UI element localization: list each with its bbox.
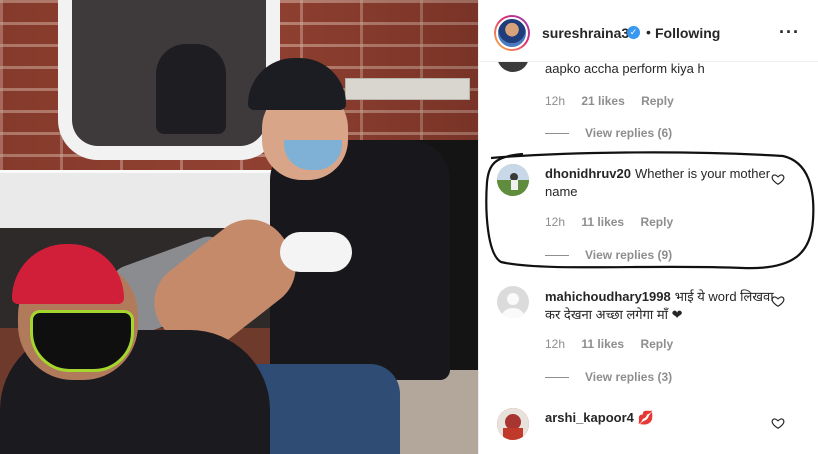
following-button[interactable]: Following <box>655 25 720 41</box>
view-replies-button[interactable]: View replies (6) <box>545 126 672 140</box>
comment-meta: 12h 11 likes Reply <box>545 337 686 351</box>
comments-panel: sureshraina3 ✓ • Following ··· aapko acc… <box>478 0 818 454</box>
heart-icon[interactable] <box>771 294 785 308</box>
post-header: sureshraina3 ✓ • Following ··· <box>479 0 818 62</box>
comment-username[interactable]: mahichoudhary1998 <box>545 289 671 304</box>
reply-button[interactable]: Reply <box>641 94 674 108</box>
view-replies-label: View replies (9) <box>585 248 673 262</box>
view-replies-button[interactable]: View replies (3) <box>545 370 672 384</box>
comment-time: 12h <box>545 337 566 351</box>
comment-avatar[interactable] <box>497 164 529 196</box>
heart-icon[interactable] <box>771 172 785 186</box>
view-replies-label: View replies (3) <box>585 370 673 384</box>
comment-username[interactable]: dhonidhruv20 <box>545 166 631 181</box>
comment-time: 12h <box>545 215 566 229</box>
comment-likes[interactable]: 11 likes <box>581 215 624 229</box>
wall-outlets <box>345 78 470 100</box>
header-separator: • <box>646 24 651 40</box>
comment-body: dhonidhruv20 Whether is your mother name <box>545 165 775 201</box>
avatar-image <box>496 17 528 49</box>
comment-body: mahichoudhary1998 भाई ये word लिखवा कर दे… <box>545 288 775 324</box>
verified-badge-icon: ✓ <box>627 26 640 39</box>
comment-likes[interactable]: 21 likes <box>581 94 624 108</box>
comment-time: 12h <box>545 94 566 108</box>
comment-text: aapko accha perform kiya h <box>545 61 705 76</box>
glove <box>280 232 352 272</box>
comment-avatar[interactable] <box>497 286 529 318</box>
replies-divider <box>545 377 569 379</box>
default-avatar-icon <box>502 293 524 318</box>
avatar-photo <box>497 408 529 440</box>
comment-meta: 12h 21 likes Reply <box>545 94 687 108</box>
profile-avatar[interactable] <box>494 15 530 51</box>
view-replies-button[interactable]: View replies (9) <box>545 248 672 262</box>
heart-icon[interactable] <box>771 416 785 430</box>
comment-username[interactable]: arshi_kapoor4 <box>545 410 634 425</box>
view-replies-label: View replies (6) <box>585 126 673 140</box>
comment-meta: 12h 11 likes Reply <box>545 215 686 229</box>
mirror-reflection <box>156 44 226 134</box>
reply-button[interactable]: Reply <box>640 337 673 351</box>
comment-text: 💋 <box>637 410 655 425</box>
comment-body: arshi_kapoor4 💋 <box>545 409 775 427</box>
client-mask <box>30 310 134 372</box>
avatar-photo <box>497 164 529 196</box>
replies-divider <box>545 133 569 135</box>
more-options-icon[interactable]: ··· <box>779 22 800 43</box>
comment-likes[interactable]: 11 likes <box>581 337 624 351</box>
post-username[interactable]: sureshraina3 <box>542 25 629 41</box>
replies-divider <box>545 255 569 257</box>
reply-button[interactable]: Reply <box>640 215 673 229</box>
comment-avatar[interactable] <box>497 408 529 440</box>
post-photo[interactable] <box>0 0 478 454</box>
